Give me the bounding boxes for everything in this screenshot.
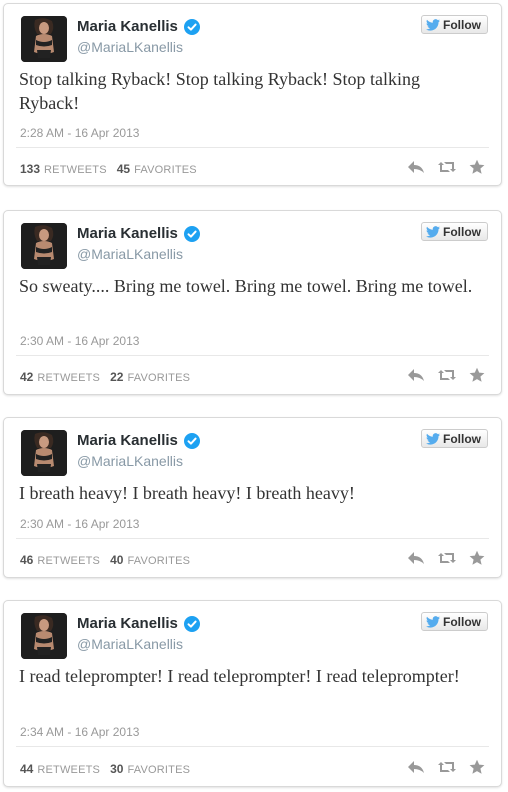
verified-badge-icon [183,432,200,449]
twitter-bird-icon [426,18,440,31]
follow-button[interactable]: Follow [421,429,488,448]
follow-button[interactable]: Follow [421,15,488,34]
retweet-count[interactable]: 46 [20,553,33,567]
favorite-count[interactable]: 45 [117,162,130,176]
tweet-card: Maria Kanellis @MariaLKanellis Follow I … [3,417,502,578]
author-name[interactable]: Maria Kanellis [77,432,178,449]
author-name[interactable]: Maria Kanellis [77,615,178,632]
divider [16,538,489,539]
favorite-count[interactable]: 40 [110,553,123,567]
twitter-bird-icon [426,432,440,445]
author-name[interactable]: Maria Kanellis [77,18,178,35]
avatar[interactable] [21,430,67,476]
tweet-actions [407,159,485,180]
follow-label: Follow [443,17,481,32]
star-icon[interactable] [469,759,485,780]
tweet-timestamp[interactable]: 2:28 AM - 16 Apr 2013 [20,126,139,140]
favorite-count[interactable]: 22 [110,370,123,384]
retweet-count[interactable]: 44 [20,762,33,776]
favorites-label[interactable]: FAVORITES [127,764,190,776]
reply-icon[interactable] [407,551,425,570]
author-handle[interactable]: @MariaLKanellis [77,246,183,262]
avatar[interactable] [21,223,67,269]
twitter-bird-icon [426,225,440,238]
tweet-card: Maria Kanellis @MariaLKanellis Follow St… [3,3,502,186]
follow-label: Follow [443,224,481,239]
tweet-timestamp[interactable]: 2:34 AM - 16 Apr 2013 [20,725,139,739]
favorites-label[interactable]: FAVORITES [127,372,190,384]
author-handle[interactable]: @MariaLKanellis [77,636,183,652]
retweet-icon[interactable] [437,551,457,570]
star-icon[interactable] [469,159,485,180]
tweet-card: Maria Kanellis @MariaLKanellis Follow So… [3,210,502,395]
retweet-icon[interactable] [437,368,457,387]
divider [16,147,489,148]
tweet-text: I breath heavy! I breath heavy! I breath… [19,483,355,503]
follow-button[interactable]: Follow [421,222,488,241]
star-icon[interactable] [469,367,485,388]
retweet-count[interactable]: 42 [20,370,33,384]
author-handle[interactable]: @MariaLKanellis [77,453,183,469]
retweet-icon[interactable] [437,760,457,779]
follow-label: Follow [443,431,481,446]
author-name[interactable]: Maria Kanellis [77,225,178,242]
reply-icon[interactable] [407,368,425,387]
verified-badge-icon [183,615,200,632]
author-handle[interactable]: @MariaLKanellis [77,39,183,55]
tweet-timestamp[interactable]: 2:30 AM - 16 Apr 2013 [20,334,139,348]
favorites-label[interactable]: FAVORITES [127,555,190,567]
tweet-stats: 133 RETWEETS 45 FAVORITES [20,162,197,176]
retweets-label[interactable]: RETWEETS [37,555,100,567]
star-icon[interactable] [469,550,485,571]
tweet-text: Stop talking Ryback! Stop talking Ryback… [19,69,421,113]
tweet-text: I read teleprompter! I read teleprompter… [19,666,460,686]
retweets-label[interactable]: RETWEETS [44,164,107,176]
divider [16,355,489,356]
reply-icon[interactable] [407,160,425,179]
tweet-actions [407,759,485,780]
tweet-text: So sweaty.... Bring me towel. Bring me t… [19,276,473,296]
verified-badge-icon [183,225,200,242]
favorites-label[interactable]: FAVORITES [134,164,197,176]
follow-button[interactable]: Follow [421,612,488,631]
tweet-stats: 46 RETWEETS 40 FAVORITES [20,553,190,567]
tweet-actions [407,367,485,388]
avatar[interactable] [21,16,67,62]
tweet-stats: 42 RETWEETS 22 FAVORITES [20,370,190,384]
retweet-icon[interactable] [437,160,457,179]
divider [16,746,489,747]
retweets-label[interactable]: RETWEETS [37,372,100,384]
avatar[interactable] [21,613,67,659]
favorite-count[interactable]: 30 [110,762,123,776]
verified-badge-icon [183,18,200,35]
tweet-actions [407,550,485,571]
tweet-timestamp[interactable]: 2:30 AM - 16 Apr 2013 [20,517,139,531]
retweet-count[interactable]: 133 [20,162,40,176]
tweet-stats: 44 RETWEETS 30 FAVORITES [20,762,190,776]
retweets-label[interactable]: RETWEETS [37,764,100,776]
follow-label: Follow [443,614,481,629]
twitter-bird-icon [426,615,440,628]
reply-icon[interactable] [407,760,425,779]
tweet-card: Maria Kanellis @MariaLKanellis Follow I … [3,600,502,787]
